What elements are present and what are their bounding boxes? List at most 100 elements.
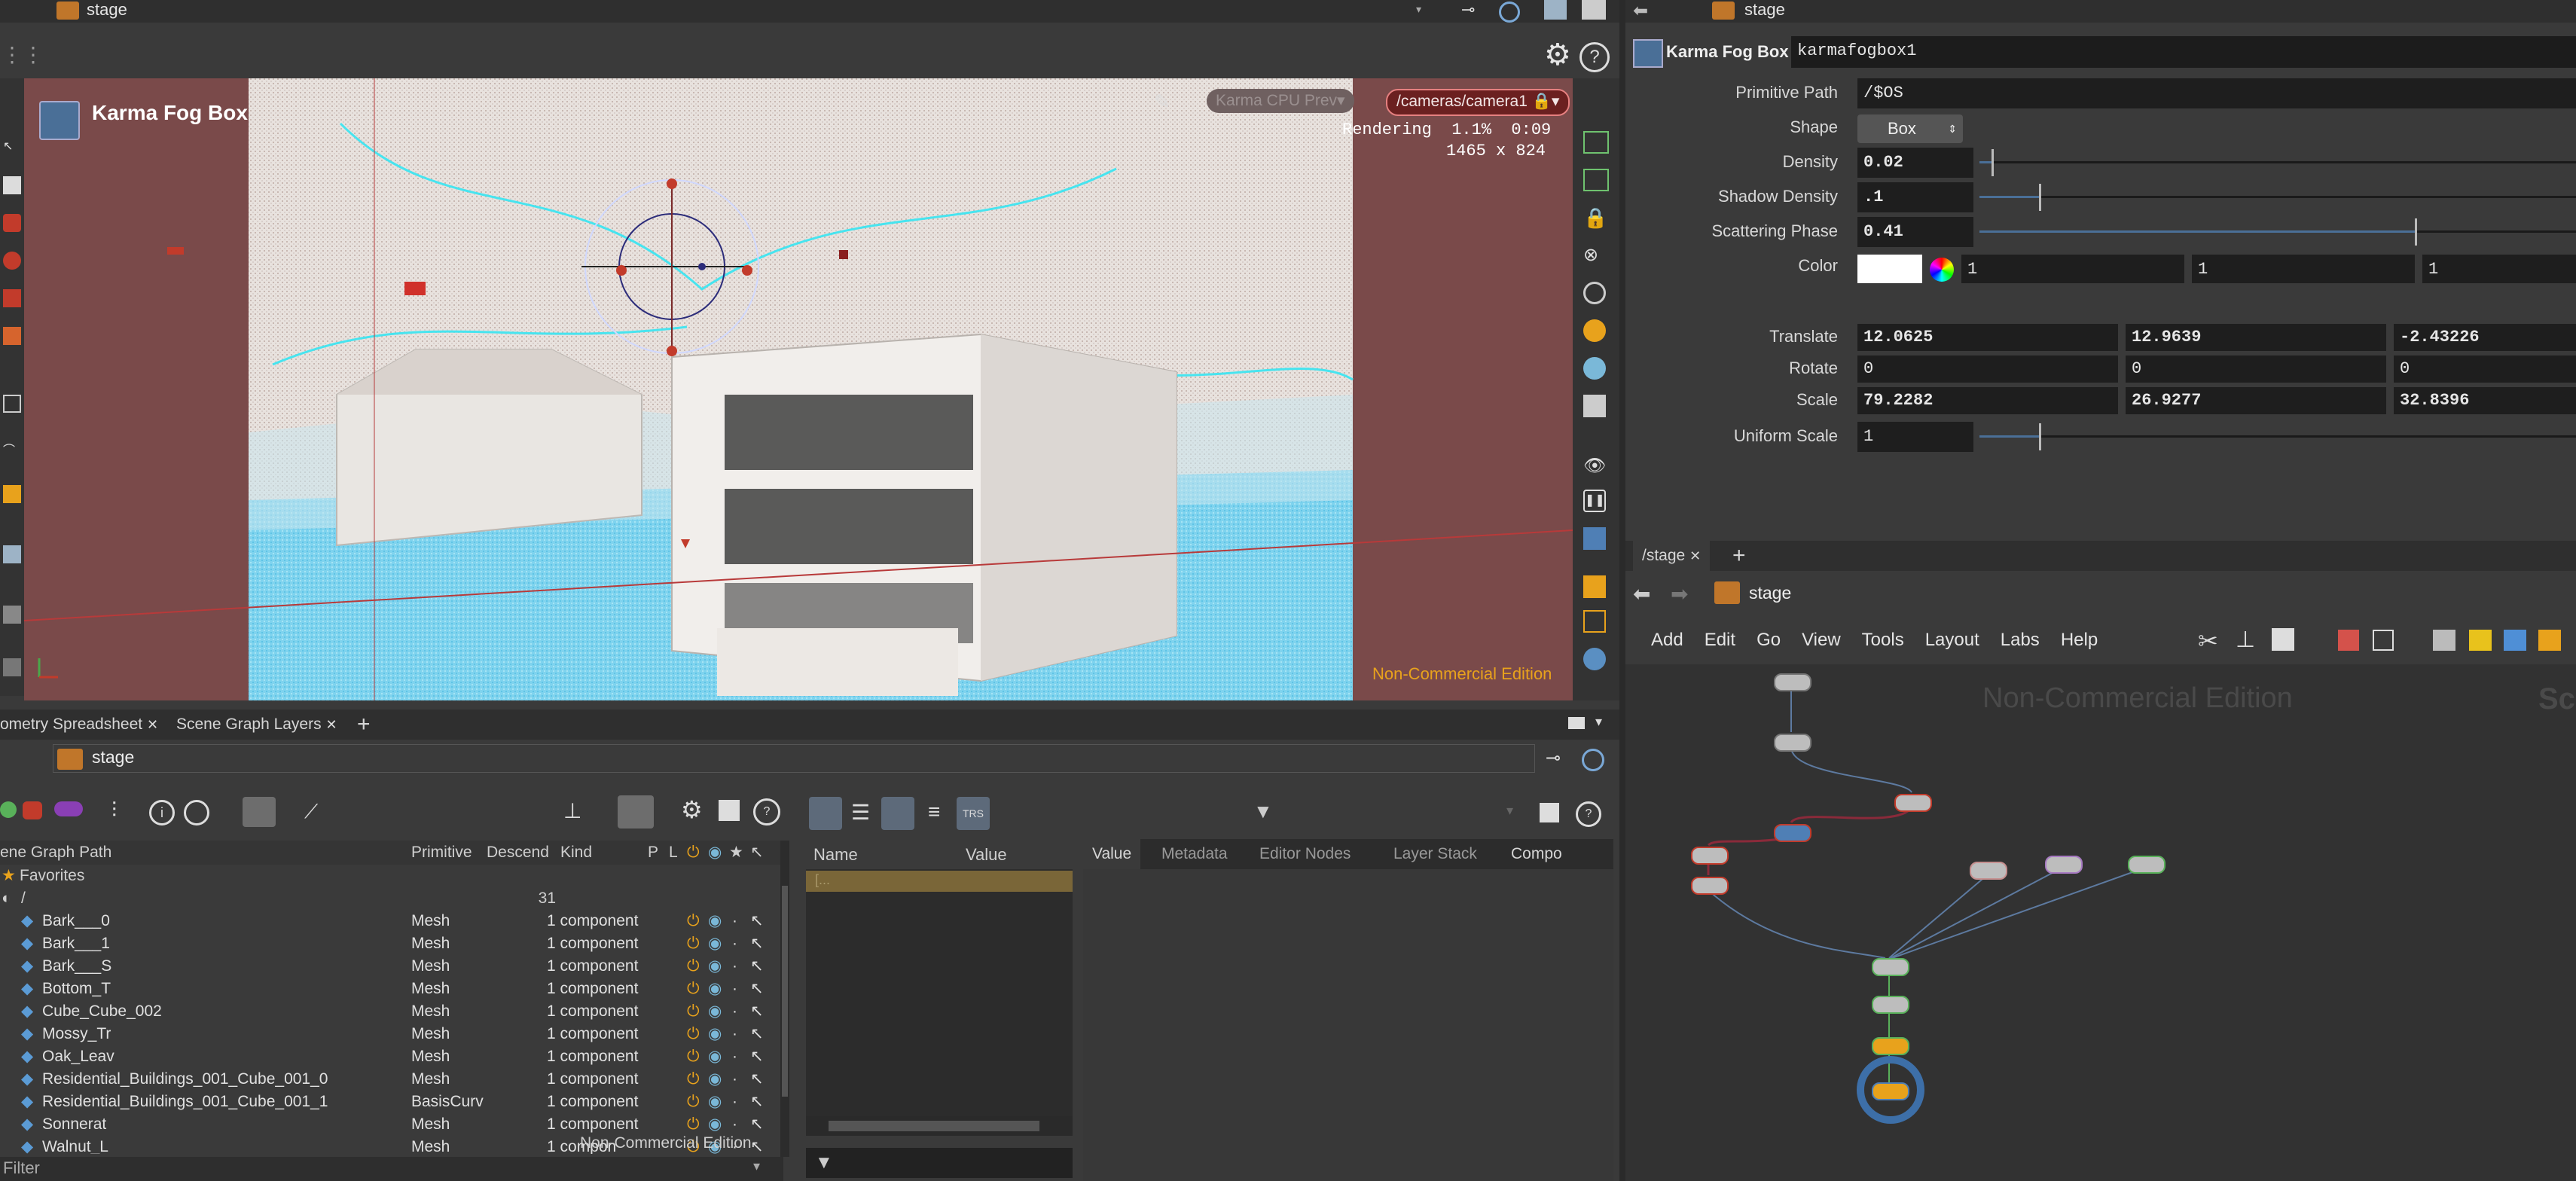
- color-component-field[interactable]: 1: [1961, 255, 2184, 283]
- param-slider[interactable]: [1979, 184, 2576, 211]
- visible-icon[interactable]: ◉: [708, 978, 722, 1000]
- visible-icon[interactable]: ◉: [708, 1091, 722, 1113]
- active-icon[interactable]: ⏻: [687, 978, 700, 1000]
- path-stage[interactable]: stage: [87, 0, 127, 20]
- window-icon[interactable]: [2433, 630, 2455, 651]
- root-row[interactable]: ◐ / 31: [0, 887, 783, 910]
- view-tool-icon[interactable]: [3, 606, 21, 624]
- select-icon[interactable]: ↖: [750, 1136, 764, 1154]
- network-canvas[interactable]: Non-Commercial Edition Sc: [1625, 664, 2576, 1181]
- path-stage[interactable]: stage: [1749, 583, 1791, 603]
- tab-stage[interactable]: /stage ✕: [1633, 541, 1711, 571]
- gear-icon[interactable]: ⚙: [681, 795, 703, 824]
- select-icon[interactable]: ↖: [750, 1000, 764, 1023]
- select-icon[interactable]: ↖: [750, 1068, 764, 1091]
- curve-tool-icon[interactable]: ⌒: [3, 440, 21, 458]
- help-icon[interactable]: ?: [753, 798, 780, 825]
- light-icon[interactable]: [1583, 319, 1606, 342]
- node-sopimport[interactable]: [1774, 734, 1811, 752]
- param-slider[interactable]: [1979, 149, 2576, 176]
- cylinder-icon[interactable]: [23, 801, 42, 819]
- add-tab-icon[interactable]: +: [348, 710, 380, 740]
- filter-icon[interactable]: ▼: [1253, 800, 1273, 823]
- node-house[interactable]: [1774, 673, 1811, 691]
- node-materialinstance[interactable]: [1691, 877, 1729, 895]
- node-domelight[interactable]: [1872, 1037, 1909, 1055]
- node-grid2[interactable]: [2045, 856, 2083, 874]
- xform-z-field[interactable]: 32.8396: [2394, 387, 2576, 414]
- node-name-field[interactable]: karmafogbox1: [1791, 36, 2576, 68]
- active-icon[interactable]: ⏻: [687, 1113, 700, 1136]
- visible-icon[interactable]: ◉: [708, 1023, 722, 1045]
- columns-view-button[interactable]: [881, 797, 914, 830]
- select-icon[interactable]: ↖: [750, 1045, 764, 1068]
- grid-color-icon[interactable]: [2338, 630, 2359, 651]
- select-icon[interactable]: ↖: [750, 932, 764, 955]
- pause-icon[interactable]: ❚❚: [1583, 490, 1606, 512]
- node-merge[interactable]: [1872, 958, 1909, 976]
- select-icon[interactable]: ↖: [750, 978, 764, 1000]
- path-field[interactable]: [53, 744, 1535, 773]
- close-icon[interactable]: ✕: [325, 717, 337, 732]
- cursor-icon[interactable]: ↖: [750, 841, 764, 865]
- window-icon[interactable]: [1582, 0, 1606, 20]
- tools-icon[interactable]: ✂: [2198, 627, 2218, 655]
- pose-tool-icon[interactable]: [3, 395, 21, 413]
- col-kind[interactable]: Kind: [560, 841, 592, 865]
- xform-y-field[interactable]: 26.9277: [2126, 387, 2386, 414]
- pin-icon[interactable]: ⊸: [1461, 0, 1488, 21]
- tree-view-button[interactable]: [809, 797, 842, 830]
- list-view-icon[interactable]: ☰: [851, 800, 870, 825]
- list-icon[interactable]: [2272, 628, 2294, 651]
- expand-icon[interactable]: ◐: [2, 887, 11, 910]
- color-wheel-icon[interactable]: [1930, 258, 1954, 282]
- renderer-dropdown[interactable]: Karma CPU Prev▾: [1207, 89, 1354, 113]
- uniform-scale-slider[interactable]: [1979, 423, 2576, 450]
- param-field[interactable]: 0.02: [1857, 148, 1973, 178]
- tab-scene-graph-layers[interactable]: Scene Graph Layers ✕: [167, 710, 346, 740]
- table-row[interactable]: ◆ Bark___S Mesh 1 component ⏻ ◉ · ↖: [0, 955, 783, 978]
- add-tab-icon[interactable]: +: [1723, 541, 1755, 571]
- xform-x-field[interactable]: 79.2282: [1857, 387, 2118, 414]
- param-field[interactable]: /$OS: [1857, 78, 2576, 108]
- visible-icon[interactable]: ◉: [708, 1113, 722, 1136]
- forward-arrow-icon[interactable]: ➡: [1671, 581, 1688, 606]
- pane-divider[interactable]: [1619, 0, 1625, 1181]
- handle-tool-icon[interactable]: [3, 327, 21, 345]
- color-swatch[interactable]: [1857, 255, 1922, 283]
- tab-layer-stack[interactable]: Layer Stack: [1384, 839, 1486, 869]
- close-icon[interactable]: ✕: [147, 717, 158, 732]
- node-assignmaterial[interactable]: [1872, 996, 1909, 1014]
- close-icon[interactable]: ✕: [1689, 548, 1701, 563]
- camera-tool-icon[interactable]: [3, 545, 21, 563]
- visible-icon[interactable]: ◉: [708, 1000, 722, 1023]
- help-icon[interactable]: ?: [1579, 42, 1610, 72]
- search-icon[interactable]: [184, 800, 209, 825]
- menu-layout[interactable]: Layout: [1925, 630, 1979, 650]
- xform-z-field[interactable]: -2.43226: [2394, 324, 2576, 351]
- visible-icon[interactable]: ◉: [708, 910, 722, 932]
- question-box-icon[interactable]: [719, 800, 740, 821]
- node-grid1[interactable]: [1970, 862, 2007, 880]
- eye-dropper-icon[interactable]: ⟋: [304, 800, 318, 824]
- tab-geometry-spreadsheet[interactable]: ometry Spreadsheet ✕: [0, 710, 167, 740]
- camera-icon[interactable]: [1583, 395, 1606, 417]
- color-component-field[interactable]: 1: [2192, 255, 2415, 283]
- menu-edit[interactable]: Edit: [1705, 630, 1735, 650]
- hierarchy-icon[interactable]: ⊥: [563, 798, 581, 823]
- col-value[interactable]: Value: [966, 841, 1007, 869]
- table-row[interactable]: ◆ Bottom_T Mesh 1 component ⏻ ◉ · ↖: [0, 978, 783, 1000]
- col-l[interactable]: L: [669, 841, 678, 865]
- path-dropdown[interactable]: ▾: [1416, 3, 1425, 17]
- col-path[interactable]: ene Graph Path: [0, 841, 111, 865]
- active-icon[interactable]: ⏻: [687, 1045, 700, 1068]
- shape-dropdown[interactable]: Box ⇕: [1857, 114, 1963, 143]
- snap-tool-icon[interactable]: [3, 658, 21, 676]
- uniform-scale-field[interactable]: 1: [1857, 422, 1973, 452]
- camera-dropdown[interactable]: /cameras/camera1 🔒▾: [1386, 89, 1570, 116]
- rotate-tool-icon[interactable]: [3, 252, 21, 270]
- network-icon[interactable]: [1583, 648, 1606, 670]
- viewport[interactable]: Karma Fog Box ✎ Karma CPU Prev▾ /cameras…: [24, 78, 1573, 700]
- table-row[interactable]: ◆ Bark___1 Mesh 1 component ⏻ ◉ · ↖: [0, 932, 783, 955]
- filter-dropdown[interactable]: ▾: [1506, 803, 1513, 819]
